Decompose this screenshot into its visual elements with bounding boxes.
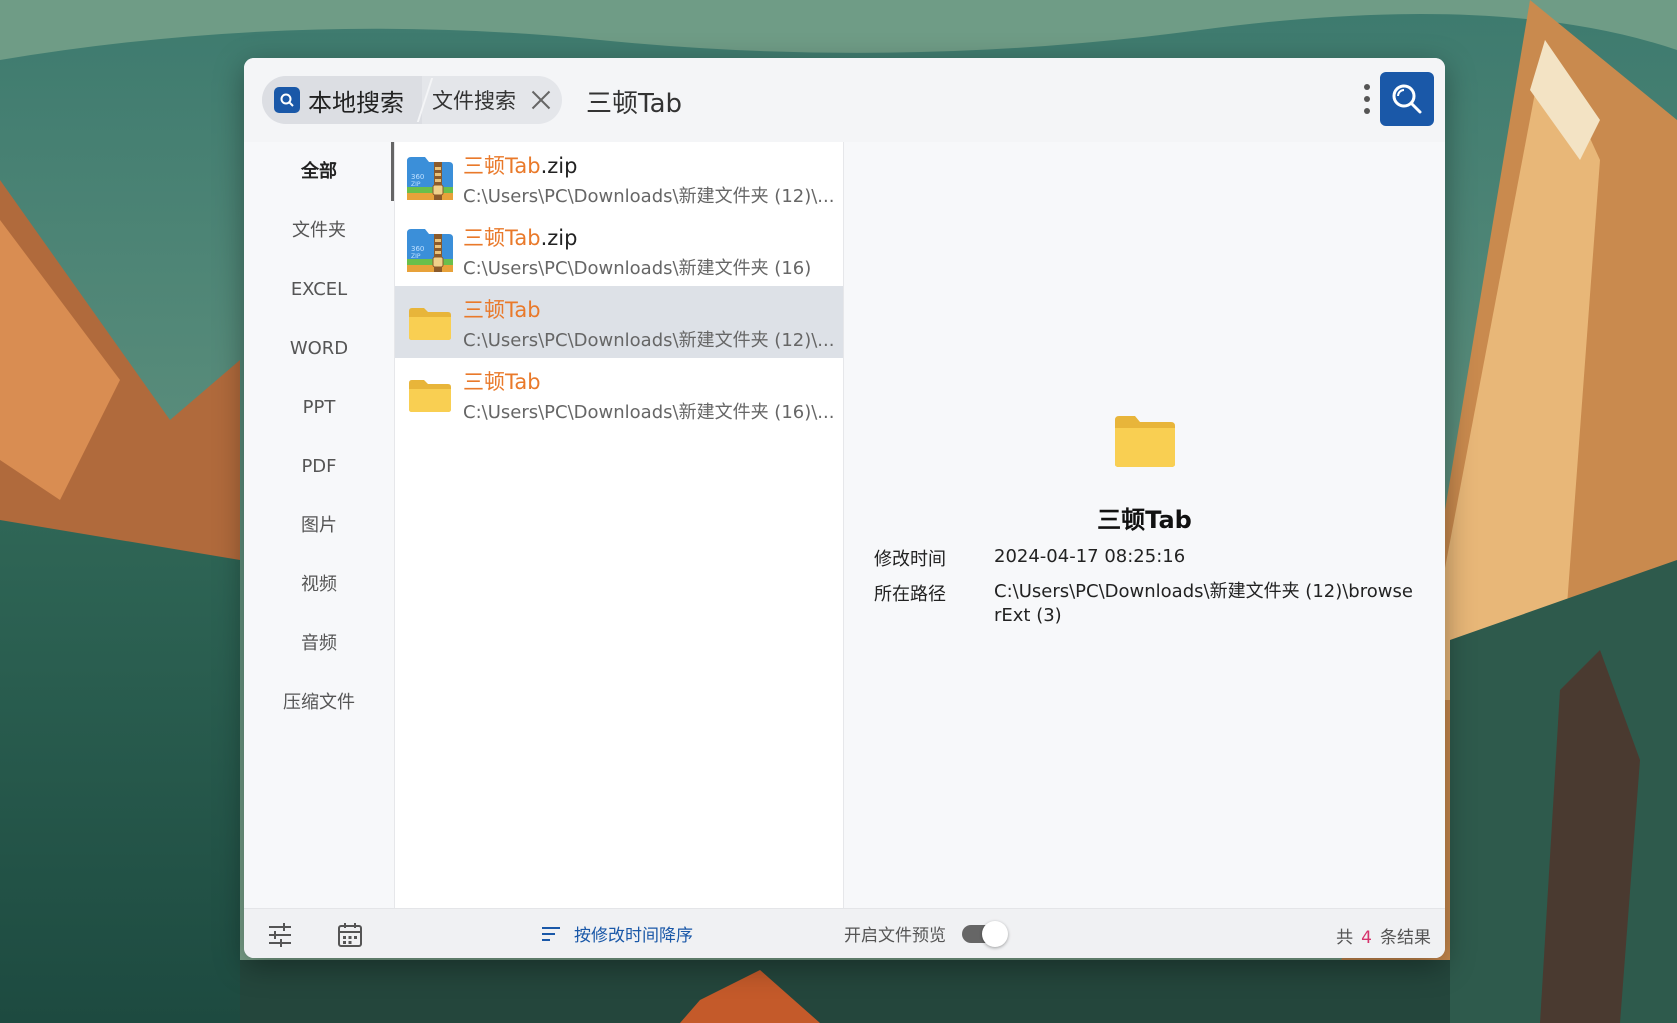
svg-text:360: 360 <box>411 245 424 253</box>
path-label: 所在路径 <box>874 584 946 605</box>
svg-text:ZIP: ZIP <box>411 181 421 188</box>
search-icon <box>274 87 300 113</box>
count-prefix: 共 <box>1336 928 1354 948</box>
modified-value: 2024-04-17 08:25:16 <box>994 546 1186 567</box>
sort-icon <box>542 926 560 941</box>
search-input[interactable] <box>584 78 1188 124</box>
category-audio[interactable]: 音频 <box>244 614 394 673</box>
result-list: 360 ZIP 三顿Tab.zip C:\Users\PC\Downloads\… <box>395 142 843 908</box>
folder-icon <box>409 380 451 412</box>
preview-title: 三顿Tab <box>1097 506 1192 534</box>
result-name: 三顿Tab <box>463 370 541 394</box>
preview-toggle-group: 开启文件预览 <box>844 920 1008 947</box>
search-scope-tabs: 本地搜索 文件搜索 <box>262 76 562 124</box>
category-word[interactable]: WORD <box>244 319 394 378</box>
filter-settings-icon[interactable] <box>266 921 294 949</box>
more-menu-icon[interactable] <box>1362 80 1372 120</box>
category-pdf[interactable]: PDF <box>244 437 394 496</box>
count-suffix: 条结果 <box>1380 928 1431 948</box>
calendar-icon[interactable] <box>336 921 364 949</box>
result-path: C:\Users\PC\Downloads\新建文件夹 (16) <box>463 258 812 279</box>
sort-label: 按修改时间降序 <box>574 926 693 946</box>
category-image[interactable]: 图片 <box>244 496 394 555</box>
result-path: C:\Users\PC\Downloads\新建文件夹 (12)\... <box>463 330 835 351</box>
scope-file-label: 文件搜索 <box>432 89 516 113</box>
result-path: C:\Users\PC\Downloads\新建文件夹 (16)\... <box>463 402 835 423</box>
category-folder[interactable]: 文件夹 <box>244 201 394 260</box>
category-excel[interactable]: EXCEL <box>244 260 394 319</box>
preview-pane: 三顿Tab 修改时间 2024-04-17 08:25:16 所在路径 C:\U… <box>844 142 1445 908</box>
result-item[interactable]: 360 ZIP 三顿Tab.zip C:\Users\PC\Downloads\… <box>395 214 843 286</box>
path-value: C:\Users\PC\Downloads\新建文件夹 (12)\browser… <box>994 581 1413 626</box>
folder-icon <box>1115 416 1175 467</box>
result-name: 三顿Tab.zip <box>463 154 578 178</box>
close-icon[interactable] <box>530 89 552 111</box>
category-sidebar: 全部 文件夹 EXCEL WORD PPT PDF 图片 视频 音频 压缩文件 <box>244 142 394 908</box>
svg-text:ZIP: ZIP <box>411 253 421 260</box>
search-bar: 本地搜索 文件搜索 <box>244 58 1445 142</box>
category-video[interactable]: 视频 <box>244 555 394 614</box>
result-path: C:\Users\PC\Downloads\新建文件夹 (12)\... <box>463 186 835 207</box>
magnifier-icon <box>1392 84 1422 114</box>
preview-toggle-switch[interactable] <box>962 920 1008 947</box>
status-bar: 按修改时间降序 开启文件预览 共 4 条结果 <box>244 908 1445 958</box>
scope-file-search-tab[interactable]: 文件搜索 <box>432 76 552 124</box>
sort-button[interactable]: 按修改时间降序 <box>540 921 693 946</box>
scope-local-search-tab[interactable]: 本地搜索 <box>262 76 422 124</box>
search-window: 本地搜索 文件搜索 全部 文件夹 EXCEL WORD PPT PDF 图片 视… <box>244 58 1445 958</box>
modified-label: 修改时间 <box>874 549 946 570</box>
zip-archive-icon: 360 ZIP <box>407 229 453 272</box>
folder-icon <box>409 308 451 340</box>
svg-text:360: 360 <box>411 173 424 181</box>
result-count: 共 4 条结果 <box>1336 923 1431 948</box>
zip-archive-icon: 360 ZIP <box>407 157 453 200</box>
count-number: 4 <box>1361 928 1372 948</box>
category-archive[interactable]: 压缩文件 <box>244 673 394 732</box>
preview-toggle-label: 开启文件预览 <box>844 926 946 946</box>
category-all[interactable]: 全部 <box>244 142 394 201</box>
result-name: 三顿Tab <box>463 298 541 322</box>
result-name: 三顿Tab.zip <box>463 226 578 250</box>
scope-local-label: 本地搜索 <box>308 88 404 117</box>
search-button[interactable] <box>1380 72 1434 126</box>
toggle-knob <box>982 920 1008 947</box>
category-ppt[interactable]: PPT <box>244 378 394 437</box>
result-item[interactable]: 三顿Tab C:\Users\PC\Downloads\新建文件夹 (16)\.… <box>395 358 843 430</box>
result-item-selected[interactable]: 三顿Tab C:\Users\PC\Downloads\新建文件夹 (12)\.… <box>395 286 843 358</box>
result-item[interactable]: 360 ZIP 三顿Tab.zip C:\Users\PC\Downloads\… <box>395 142 843 214</box>
